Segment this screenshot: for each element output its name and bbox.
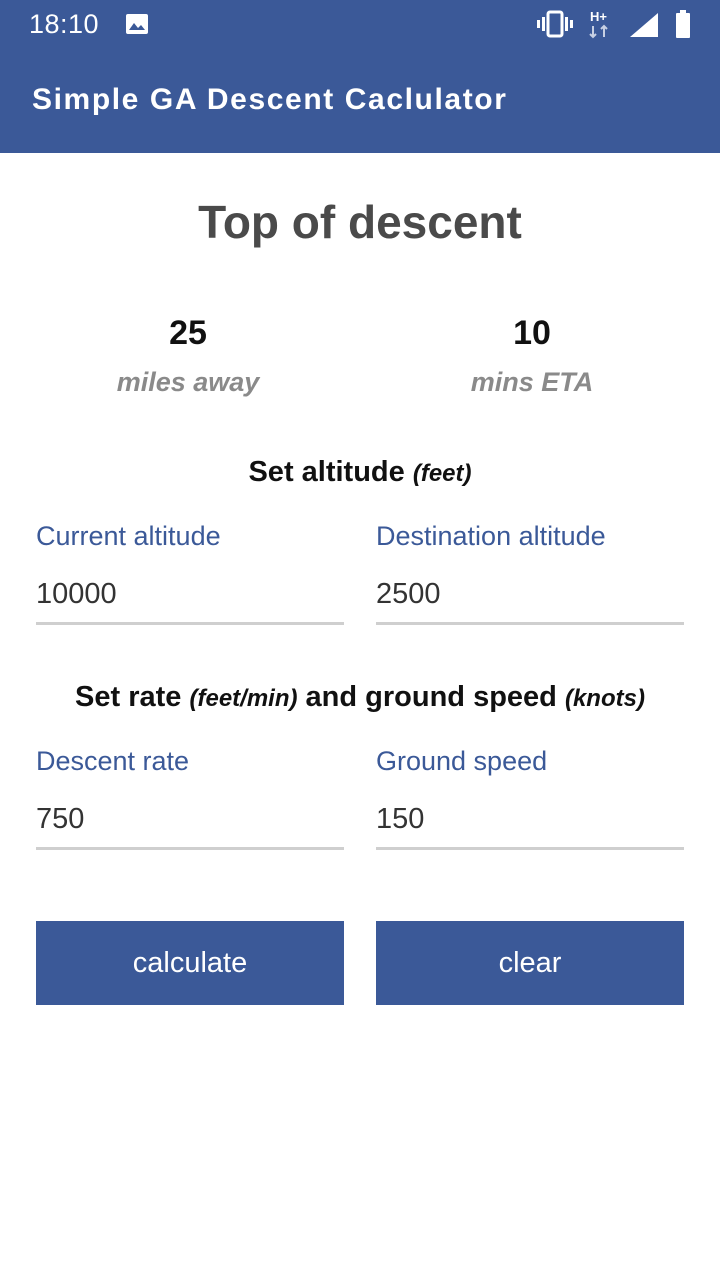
rate-unit: (feet/min) [189,685,298,712]
signal-icon [630,13,658,37]
distance-value: 25 [169,314,207,352]
descent-rate-field: Descent rate [36,744,344,850]
destination-altitude-label: Destination altitude [376,521,606,551]
descent-rate-label: Descent rate [36,746,190,776]
eta-value: 10 [513,314,551,352]
battery-icon [676,10,690,38]
destination-altitude-underline [376,622,684,625]
ground-speed-field: Ground speed [376,744,684,850]
descent-rate-input[interactable] [36,799,344,839]
speed-unit: (knots) [564,685,645,712]
ground-speed-label: Ground speed [376,746,548,776]
current-altitude-underline [36,622,344,625]
svg-text:H+: H+ [590,9,607,24]
status-time: 18:10 [29,9,100,39]
rate-heading-text: Set rate [75,681,182,713]
app-bar: 18:10 H+ Simple GA Descent Caclulator [0,0,720,153]
current-altitude-input[interactable] [36,574,344,614]
network-hplus-icon: H+ [589,9,608,39]
current-altitude-label: Current altitude [36,521,221,551]
altitude-heading-text: Set altitude [248,456,405,488]
destination-altitude-field: Destination altitude [376,519,684,625]
ground-speed-input[interactable] [376,799,684,839]
page-title: Top of descent [198,196,522,248]
rate-section-heading: Set rate (feet/min) and ground speed (kn… [0,681,720,714]
descent-rate-underline [36,847,344,850]
eta-label: mins ETA [470,367,594,397]
calculate-button[interactable]: calculate [36,921,344,1005]
eta-result: 10 mins ETA [382,313,682,398]
altitude-section-heading: Set altitude (feet) [0,456,720,489]
destination-altitude-input[interactable] [376,574,684,614]
distance-result: 25 miles away [38,313,338,398]
app-title: Simple GA Descent Caclulator [32,83,508,116]
current-altitude-field: Current altitude [36,519,344,625]
distance-label: miles away [116,367,260,397]
image-icon [126,14,148,34]
clear-button[interactable]: clear [376,921,684,1005]
altitude-unit: (feet) [412,460,472,487]
ground-speed-underline [376,847,684,850]
vibrate-icon [537,10,573,38]
status-bar: 18:10 H+ [0,0,720,50]
speed-heading-text: and ground speed [305,681,557,713]
